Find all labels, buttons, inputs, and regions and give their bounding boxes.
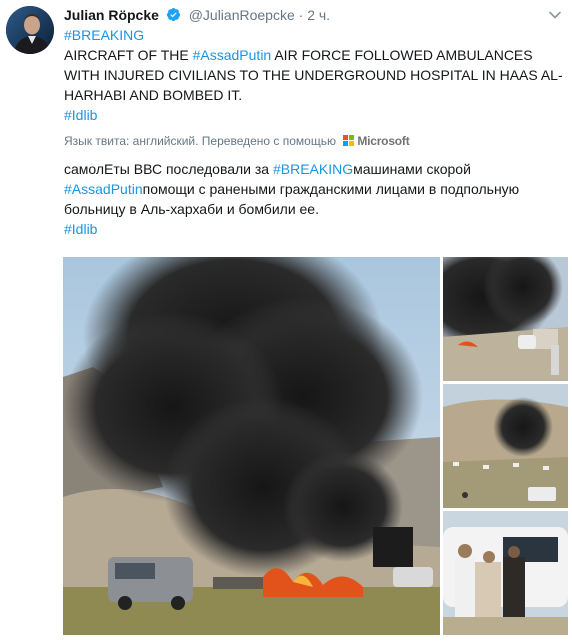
translation-note-text: Язык твита: английский. Переведено с пом…	[64, 134, 336, 148]
author-avatar[interactable]	[6, 6, 54, 54]
photo-thumbnail-3[interactable]	[443, 511, 568, 635]
hashtag-link[interactable]: #AssadPutin	[193, 47, 272, 63]
photo-main[interactable]	[63, 257, 440, 635]
translator-brand[interactable]: Microsoft	[357, 134, 409, 148]
translated-text: самолЕты ВВС последовали за #BREAKINGмаш…	[64, 159, 564, 239]
translation-attribution: Язык твита: английский. Переведено с пом…	[64, 133, 564, 149]
media-grid-svg	[63, 257, 568, 635]
chevron-down-icon[interactable]	[548, 8, 562, 22]
original-text-segment: AIRCRAFT OF THE	[64, 47, 193, 63]
microsoft-logo-icon	[343, 135, 355, 146]
verified-badge-icon	[166, 7, 180, 22]
translated-text-segment: самолЕты ВВС последовали за	[64, 161, 273, 177]
hashtag-link[interactable]: #Idlib	[64, 107, 97, 123]
hashtag-link[interactable]: #BREAKING	[273, 161, 353, 177]
media-grid	[63, 257, 568, 635]
author-handle[interactable]: @JulianRoepcke	[189, 7, 295, 23]
translated-text-segment: машинами скорой	[353, 161, 471, 177]
separator-dot: ·	[298, 7, 304, 23]
tweet-timestamp[interactable]: 2 ч.	[307, 7, 330, 23]
photo-thumbnail-2[interactable]	[443, 384, 568, 508]
hashtag-link[interactable]: #Idlib	[64, 221, 97, 237]
tweet-body: #BREAKING AIRCRAFT OF THE #AssadPutin AI…	[64, 25, 564, 239]
hashtag-link[interactable]: #AssadPutin	[64, 181, 143, 197]
avatar-image	[6, 6, 54, 54]
tweet-header: Julian Röpcke @JulianRoepcke · 2 ч.	[64, 5, 562, 25]
original-text: #BREAKING AIRCRAFT OF THE #AssadPutin AI…	[64, 25, 564, 125]
hashtag-link[interactable]: #BREAKING	[64, 27, 144, 43]
author-name[interactable]: Julian Röpcke	[64, 7, 159, 23]
